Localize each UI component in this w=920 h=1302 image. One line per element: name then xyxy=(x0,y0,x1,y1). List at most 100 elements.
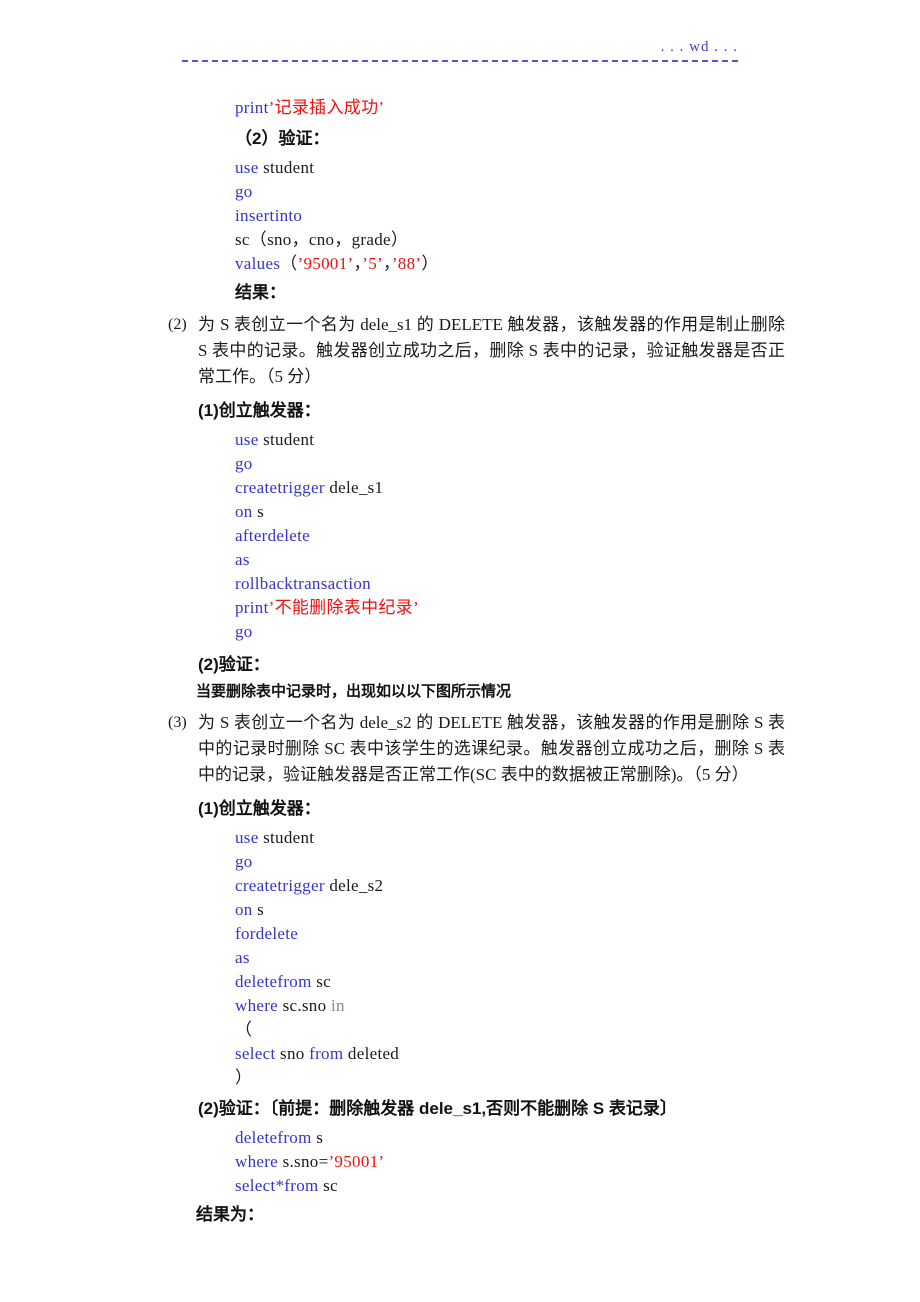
code-line: values（’95001’，’5’，’88’） xyxy=(0,252,920,276)
code-token-kw: go xyxy=(235,182,253,201)
code-token-plain: sno xyxy=(275,1044,310,1063)
code-token-plain: sc xyxy=(318,1176,338,1195)
code-token-plain: s xyxy=(252,502,265,521)
code-token-str: ’5’ xyxy=(362,254,384,273)
code-token-dim: in xyxy=(330,996,345,1015)
code-token-kw: fordelete xyxy=(235,924,299,943)
code-token-kw: rollbacktransaction xyxy=(235,574,371,593)
code-token-kw: select*from xyxy=(235,1176,319,1195)
code-line: createtrigger dele_s2 xyxy=(0,874,920,898)
code-token-kw: go xyxy=(235,852,253,871)
section-heading: 结果为： xyxy=(196,1205,264,1224)
code-line: createtrigger dele_s1 xyxy=(0,476,920,500)
code-line: as xyxy=(0,548,920,572)
paragraph-text: 为 S 表创立一个名为 dele_s2 的 DELETE 触发器，该触发器的作用… xyxy=(198,713,785,784)
code-line: rollbacktransaction xyxy=(0,572,920,596)
code-line: deletefrom s xyxy=(0,1126,920,1150)
note-text: 当要删除表中记录时，出现如以以下图所示情况 xyxy=(196,683,512,700)
code-token-plain: student xyxy=(258,828,315,847)
code-line: ） xyxy=(0,1066,920,1090)
code-token-str: ’95001’ xyxy=(328,1152,385,1171)
code-token-kw: print xyxy=(235,598,269,617)
code-token-kw: createtrigger xyxy=(235,478,325,497)
code-token-plain: deleted xyxy=(343,1044,400,1063)
code-line: as xyxy=(0,946,920,970)
code-token-plain: （sno，cno，grade） xyxy=(249,230,409,249)
document-page: . . . wd . . . print’记录插入成功’ （2）验证： use st… xyxy=(0,0,920,1302)
code-block: use student go insertinto sc（sno，cno，grade）… xyxy=(0,156,920,276)
list-marker: (2) xyxy=(168,316,187,333)
code-line: where sc.sno in xyxy=(0,994,920,1018)
code-token-kw: afterdelete xyxy=(235,526,311,545)
code-token-kw: from xyxy=(309,1044,344,1063)
code-line: on s xyxy=(0,500,920,524)
code-token-plain: ， xyxy=(383,254,392,273)
code-token-kw: print xyxy=(235,98,269,117)
code-line: deletefrom sc xyxy=(0,970,920,994)
code-token-kw: createtrigger xyxy=(235,876,325,895)
code-line: print’不能删除表中纪录’ xyxy=(0,596,920,620)
code-token-str: ’记录插入成功’ xyxy=(268,98,385,117)
code-line: select*from sc xyxy=(0,1174,920,1198)
code-token-plain: ， xyxy=(353,254,363,273)
code-token-plain: sc.sno xyxy=(278,996,331,1015)
code-token-plain: s xyxy=(252,900,265,919)
code-token-plain: dele_s1 xyxy=(324,478,384,497)
code-token-kw: on xyxy=(235,502,253,521)
code-token-kw: use xyxy=(235,828,259,847)
section-heading: （2）验证： xyxy=(235,129,330,148)
code-token-kw: go xyxy=(235,454,253,473)
code-token-kw: use xyxy=(235,158,259,177)
code-token-str: ’不能删除表中纪录’ xyxy=(268,598,419,617)
code-token-plain: sc xyxy=(311,972,331,991)
code-token-kw: deletefrom xyxy=(235,1128,312,1147)
numbered-paragraph: (2) 为 S 表创立一个名为 dele_s1 的 DELETE 触发器，该触发器… xyxy=(0,312,920,390)
code-line: on s xyxy=(0,898,920,922)
code-line: go xyxy=(0,452,920,476)
code-token-kw: insertinto xyxy=(235,206,303,225)
code-line: go xyxy=(0,620,920,644)
code-line: sc（sno，cno，grade） xyxy=(0,228,920,252)
code-block: use student go createtrigger dele_s1 on s af… xyxy=(0,428,920,644)
code-line: use student xyxy=(0,156,920,180)
code-token-plain: dele_s2 xyxy=(324,876,384,895)
code-line: use student xyxy=(0,826,920,850)
code-token-kw: go xyxy=(235,622,253,641)
code-token-kw: values xyxy=(235,254,281,273)
code-token-kw: use xyxy=(235,430,259,449)
section-heading: 结果： xyxy=(235,283,286,302)
code-line: print’记录插入成功’ xyxy=(0,96,920,120)
code-token-str: ’95001’ xyxy=(297,254,354,273)
code-token-plain: student xyxy=(258,430,315,449)
code-line: insertinto xyxy=(0,204,920,228)
header-divider xyxy=(182,60,738,62)
code-token-kw: select xyxy=(235,1044,276,1063)
code-line: （ xyxy=(0,1018,920,1042)
code-token-kw: as xyxy=(235,550,250,569)
code-block: print’记录插入成功’ xyxy=(0,96,920,120)
page-header: . . . wd . . . xyxy=(182,40,738,70)
code-token-plain: ） xyxy=(421,254,439,273)
code-token-kw: where xyxy=(235,996,279,1015)
code-token-str: ’88’ xyxy=(391,254,422,273)
code-line: afterdelete xyxy=(0,524,920,548)
paragraph-text: 为 S 表创立一个名为 dele_s1 的 DELETE 触发器，该触发器的作用… xyxy=(198,315,785,386)
code-line: where s.sno=’95001’ xyxy=(0,1150,920,1174)
document-body: print’记录插入成功’ （2）验证： use student go insertin… xyxy=(0,96,920,1228)
code-line: select sno from deleted xyxy=(0,1042,920,1066)
code-token-plain: ） xyxy=(235,1068,253,1087)
code-token-plain: s.sno= xyxy=(278,1152,329,1171)
code-token-plain: sc xyxy=(235,230,250,249)
code-token-kw: where xyxy=(235,1152,279,1171)
code-token-kw: deletefrom xyxy=(235,972,312,991)
code-line: use student xyxy=(0,428,920,452)
code-block: deletefrom s where s.sno=’95001’ select*fr… xyxy=(0,1126,920,1198)
code-line: go xyxy=(0,850,920,874)
code-token-plain: student xyxy=(258,158,315,177)
code-line: fordelete xyxy=(0,922,920,946)
numbered-paragraph: (3) 为 S 表创立一个名为 dele_s2 的 DELETE 触发器，该触发器… xyxy=(0,710,920,788)
code-token-plain: （ xyxy=(235,1020,253,1039)
code-line: go xyxy=(0,180,920,204)
code-token-kw: on xyxy=(235,900,253,919)
code-block: use student go createtrigger dele_s2 on s fo… xyxy=(0,826,920,1090)
